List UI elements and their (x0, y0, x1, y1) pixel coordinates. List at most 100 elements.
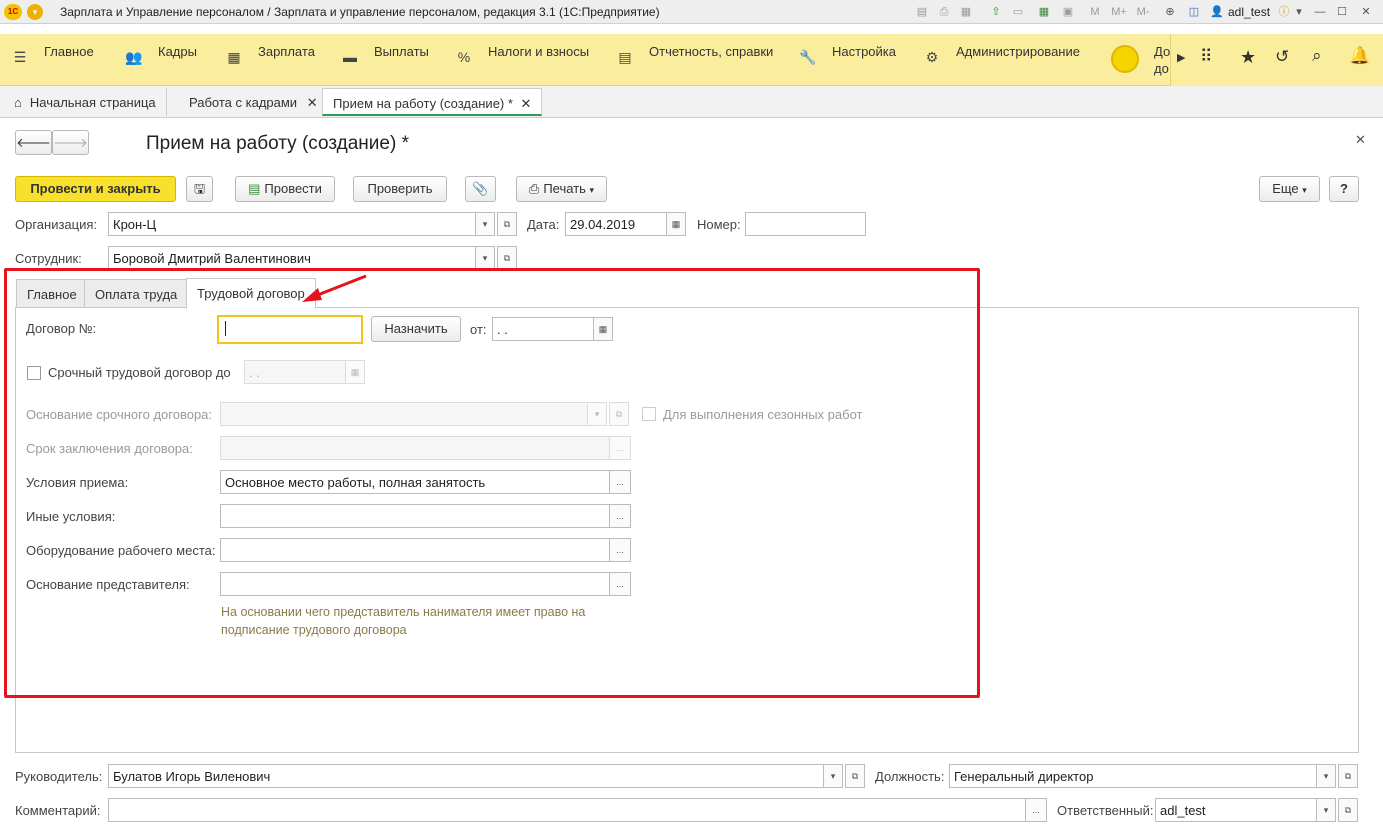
print-button[interactable]: ⎙ Печать ▾ (516, 176, 607, 202)
save-button[interactable]: 🖫 (186, 176, 213, 202)
menu-main[interactable]: ☰ Главное (10, 34, 94, 86)
employee-open-icon[interactable]: ⧉ (497, 246, 517, 270)
manager-open-icon[interactable]: ⧉ (845, 764, 865, 788)
menu-reports-label: Отчетность, справки (649, 44, 774, 59)
number-label: Номер: (697, 217, 741, 232)
apps-grid-icon[interactable]: ⠿ (1200, 47, 1212, 67)
menu-taxes[interactable]: % Налоги и взносы (454, 34, 589, 86)
memory-plus-button[interactable]: M+ (1108, 4, 1130, 20)
menu-personnel[interactable]: 👥 Кадры (124, 34, 197, 86)
minimize-icon[interactable]: — (1312, 4, 1328, 20)
save-icon[interactable]: ▤ (914, 4, 930, 20)
menu-personnel-label: Кадры (158, 44, 197, 59)
tab-home-label: Начальная страница (29, 95, 156, 110)
manager-dropdown-icon[interactable]: ▾ (823, 764, 843, 788)
document-icon[interactable]: ▭ (1010, 4, 1026, 20)
position-dropdown-icon[interactable]: ▾ (1316, 764, 1336, 788)
people-icon: 👥 (125, 49, 143, 65)
sun-icon[interactable] (1111, 45, 1139, 73)
tab-current-document[interactable]: Прием на работу (создание) * ✕ (322, 88, 543, 116)
chevron-down-icon: ▾ (1302, 185, 1307, 195)
comment-edit-button[interactable]: ... (1025, 798, 1047, 822)
responsible-label: Ответственный: (1057, 803, 1154, 818)
chevron-down-icon[interactable]: ▾ (1294, 4, 1304, 20)
zoom-icon[interactable]: ⊕ (1162, 4, 1178, 20)
calculator-icon: ▦ (227, 49, 241, 65)
organization-field[interactable]: Крон-Ц (108, 212, 476, 236)
tab-hr-label: Работа с кадрами (189, 95, 298, 110)
comment-label: Комментарий: (15, 803, 101, 818)
printer-icon: ⎙ (528, 181, 540, 196)
more-button[interactable]: Еще ▾ (1259, 176, 1320, 202)
responsible-field[interactable]: adl_test (1155, 798, 1317, 822)
close-tab-icon[interactable]: ✕ (307, 95, 318, 110)
wrench-icon: 🔧 (799, 49, 817, 65)
memory-minus-button[interactable]: M- (1134, 4, 1152, 20)
upload-icon[interactable]: ⇧ (988, 4, 1004, 20)
floppy-icon: 🖫 (193, 181, 206, 196)
menu-extra-bottom: до (1154, 61, 1169, 76)
employee-field[interactable]: Боровой Дмитрий Валентинович (108, 246, 476, 270)
menu-reports[interactable]: ▤ Отчетность, справки (615, 34, 773, 86)
responsible-open-icon[interactable]: ⧉ (1338, 798, 1358, 822)
notifications-bell-icon[interactable]: 🔔 (1349, 46, 1370, 66)
panels-icon[interactable]: ◫ (1186, 4, 1202, 20)
percent-icon: % (457, 49, 471, 65)
annotation-arrow-icon (302, 274, 367, 302)
app-logo: 1С (4, 4, 22, 20)
favorites-star-icon[interactable]: ★ (1240, 47, 1256, 68)
responsible-dropdown-icon[interactable]: ▾ (1316, 798, 1336, 822)
menu-payments[interactable]: ▬ Выплаты (340, 34, 429, 86)
tab-hr-work[interactable]: Работа с кадрами ✕ (179, 88, 329, 116)
employee-dropdown-icon[interactable]: ▾ (475, 246, 495, 270)
position-open-icon[interactable]: ⧉ (1338, 764, 1358, 788)
menu-salary[interactable]: ▦ Зарплата (224, 34, 315, 86)
position-field[interactable]: Генеральный директор (949, 764, 1317, 788)
tab-home[interactable]: ⌂ Начальная страница (4, 88, 167, 116)
forward-button[interactable]: 🡒 (52, 130, 89, 155)
comment-field[interactable] (108, 798, 1026, 822)
post-and-close-button[interactable]: Провести и закрыть (15, 176, 176, 202)
close-form-icon[interactable]: ✕ (1355, 132, 1366, 148)
open-tabs-bar: ⌂ Начальная страница Работа с кадрами ✕ П… (0, 86, 1383, 118)
history-icon[interactable]: ↺ (1275, 47, 1289, 67)
info-icon[interactable]: ⓘ (1276, 4, 1292, 20)
username[interactable]: adl_test (1228, 5, 1270, 19)
tab-current-label: Прием на работу (создание) * (333, 96, 513, 111)
menu-extra[interactable]: До до (1154, 43, 1170, 77)
preview-icon[interactable]: ▦ (958, 4, 974, 20)
wallet-icon: ▬ (343, 49, 357, 65)
main-menu-dropdown-icon[interactable]: ▾ (27, 4, 43, 20)
post-button[interactable]: ▤ Провести (235, 176, 335, 202)
maximize-icon[interactable]: ☐ (1334, 4, 1350, 20)
manager-field[interactable]: Булатов Игорь Виленович (108, 764, 824, 788)
attach-button[interactable]: 📎 (465, 176, 496, 202)
date-calendar-icon[interactable]: ▦ (666, 212, 686, 236)
highlight-frame (4, 268, 980, 698)
calendar-icon[interactable]: ▣ (1060, 4, 1076, 20)
menu-main-label: Главное (44, 44, 94, 59)
number-field[interactable] (745, 212, 866, 236)
spreadsheet-icon[interactable]: ▦ (1036, 4, 1052, 20)
menu-extra-top: До (1154, 44, 1170, 59)
home-icon: ⌂ (14, 95, 22, 110)
menu-salary-label: Зарплата (258, 44, 315, 59)
print-icon[interactable]: ⎙ (936, 4, 952, 20)
more-button-label: Еще (1272, 181, 1299, 196)
organization-open-icon[interactable]: ⧉ (497, 212, 517, 236)
check-button[interactable]: Проверить (353, 176, 447, 202)
window-title: Зарплата и Управление персоналом / Зарпл… (60, 5, 660, 19)
organization-dropdown-icon[interactable]: ▾ (475, 212, 495, 236)
search-icon[interactable]: ⌕ (1312, 46, 1322, 66)
memory-m-button[interactable]: M (1088, 4, 1102, 20)
post-button-label: Провести (264, 181, 322, 196)
date-field[interactable]: 29.04.2019 (565, 212, 667, 236)
help-button[interactable]: ? (1329, 176, 1359, 202)
menu-settings[interactable]: 🔧 Настройка (798, 34, 896, 86)
close-tab-icon[interactable]: ✕ (521, 96, 532, 111)
close-window-icon[interactable]: ✕ (1358, 4, 1374, 20)
back-button[interactable]: 🡐 (15, 130, 52, 155)
menu-administration[interactable]: ⚙ Администрирование (922, 34, 1080, 86)
scroll-right-icon[interactable]: ▶ (1177, 51, 1185, 64)
form-title: Прием на работу (создание) * (146, 133, 409, 154)
